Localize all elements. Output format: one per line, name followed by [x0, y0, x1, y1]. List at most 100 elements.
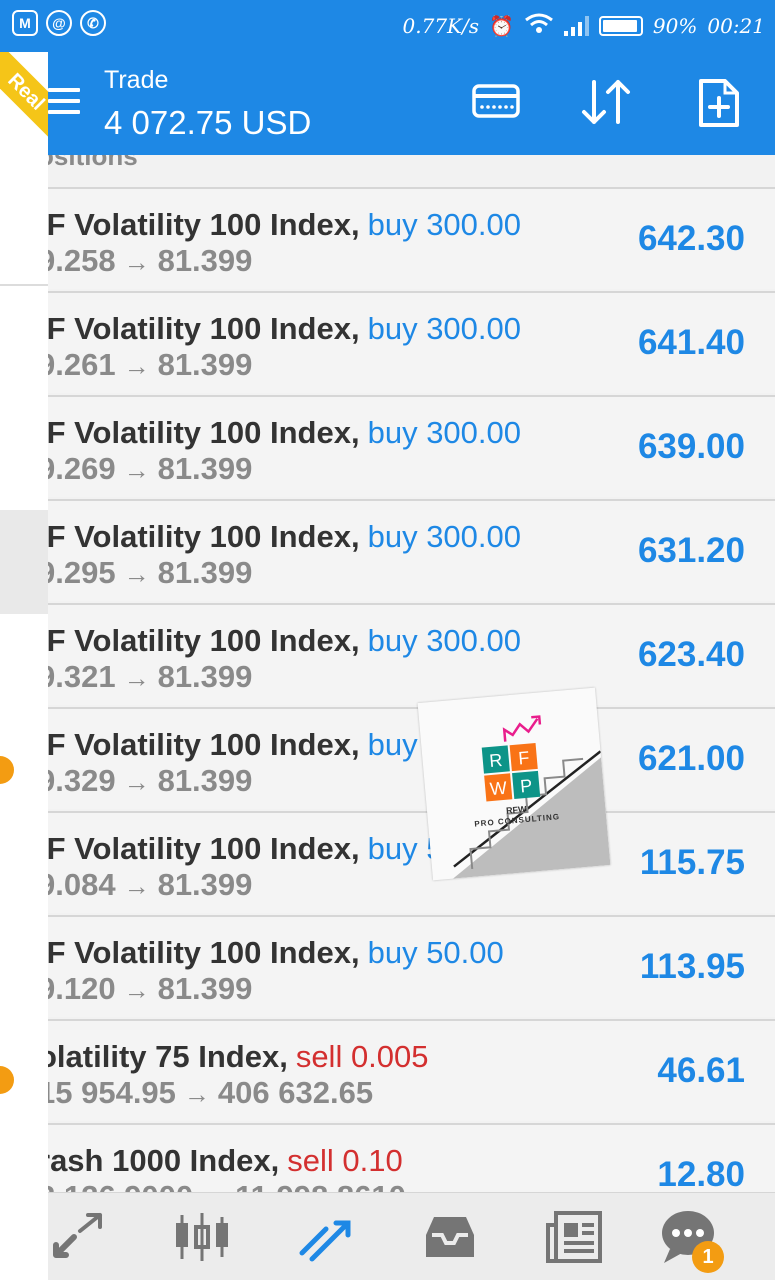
arrow-right-icon: → — [183, 1079, 210, 1109]
arrow-right-icon: → — [123, 351, 150, 381]
position-action: buy 300.00 — [367, 623, 522, 658]
chat-icon[interactable]: 1 — [660, 1209, 724, 1273]
position-symbol: lF Volatility 100 Index, — [48, 623, 360, 658]
open-price: 9.084 — [48, 867, 116, 902]
position-row[interactable]: lF Volatility 100 Index,buy 50.00 9.084→… — [48, 811, 775, 913]
notification-icons: M @ ✆ — [12, 10, 106, 36]
position-action: buy 300.00 — [367, 415, 522, 450]
wifi-icon — [524, 12, 554, 39]
position-action: buy 300.00 — [367, 519, 522, 554]
position-symbol: olatility 75 Index, — [48, 1039, 288, 1074]
open-price: 9.120 — [48, 971, 116, 1006]
position-profit: 12.80 — [657, 1155, 745, 1192]
position-symbol: lF Volatility 100 Index, — [48, 311, 360, 346]
logo-letter: F — [517, 747, 531, 769]
drawer-selected-item[interactable] — [0, 510, 48, 614]
position-action: buy 50.00 — [367, 935, 504, 970]
position-symbol: lF Volatility 100 Index, — [48, 415, 360, 450]
open-price: 9.295 — [48, 555, 116, 590]
position-profit: 631.20 — [637, 531, 745, 570]
position-symbol: lF Volatility 100 Index, — [48, 519, 360, 554]
position-row[interactable]: lF Volatility 100 Index,buy 300.00 9.261… — [48, 291, 775, 393]
current-price: 81.399 — [157, 243, 253, 278]
position-profit: 46.61 — [657, 1051, 745, 1090]
position-symbol: rash 1000 Index, — [48, 1143, 280, 1178]
current-price: 11 998.8610 — [235, 1179, 406, 1192]
gmail-icon: M — [12, 10, 38, 36]
system-indicators: 0.77K/s ⏰ 90% 00:21 — [403, 12, 765, 39]
clock: 00:21 — [707, 13, 765, 38]
drawer-notification-dot — [0, 1066, 14, 1094]
chat-unread-badge: 1 — [692, 1241, 724, 1273]
weibo-icon: @ — [46, 10, 72, 36]
position-row[interactable]: lF Volatility 100 Index,buy 300.00 9.258… — [48, 187, 775, 289]
current-price: 81.399 — [157, 555, 253, 590]
arrow-right-icon: → — [123, 663, 150, 693]
current-price: 81.399 — [157, 763, 253, 798]
signal-icon — [563, 15, 589, 36]
arrow-right-icon: → — [123, 455, 150, 485]
chart-icon[interactable] — [172, 1209, 232, 1267]
position-row[interactable]: rash 1000 Index,sell 0.10 2 126.9000 → 11 … — [48, 1123, 775, 1192]
drawer-divider — [0, 284, 48, 286]
logo-letter: P — [519, 775, 534, 797]
current-price: 81.399 — [157, 347, 253, 382]
position-profit: 115.75 — [639, 843, 745, 882]
open-price: 15 954.95 — [48, 1075, 176, 1110]
menu-icon[interactable] — [48, 88, 80, 121]
open-price: 9.329 — [48, 763, 116, 798]
battery-level: 90% — [652, 13, 698, 38]
open-price: 9.321 — [48, 659, 116, 694]
position-row[interactable]: lF Volatility 100 Index,buy 300.00 9.321… — [48, 603, 775, 705]
logo-letter: R — [488, 749, 504, 772]
trade-icon[interactable] — [296, 1209, 356, 1267]
position-row[interactable]: lF Volatility 100 Index,buy 300.00 9.295… — [48, 499, 775, 601]
account-balance: 4 072.75 USD — [104, 104, 312, 141]
position-symbol: lF Volatility 100 Index, — [48, 935, 360, 970]
watermark-logo: R F W P RFW PRO CONSULTING — [417, 687, 611, 881]
position-action: sell 0.10 — [287, 1143, 403, 1178]
logo-letter: W — [488, 777, 508, 800]
drawer-notification-dot — [0, 756, 14, 784]
deposit-card-icon[interactable] — [472, 80, 520, 127]
current-price: 81.399 — [157, 971, 253, 1006]
whatsapp-icon: ✆ — [80, 10, 106, 36]
open-price: 9.261 — [48, 347, 116, 382]
current-price: 81.399 — [157, 451, 253, 486]
position-profit: 639.00 — [637, 427, 745, 466]
app-bar: Trade 4 072.75 USD — [48, 52, 775, 155]
bottom-navigation: 1 — [48, 1192, 775, 1280]
sort-icon[interactable] — [578, 78, 634, 131]
position-action: sell 0.005 — [295, 1039, 429, 1074]
position-profit: 623.40 — [637, 635, 745, 674]
quotes-icon[interactable] — [50, 1209, 110, 1267]
history-icon[interactable] — [420, 1209, 480, 1267]
real-account-badge: Real — [0, 52, 48, 146]
arrow-right-icon: → — [123, 559, 150, 589]
status-bar: M @ ✆ 0.77K/s ⏰ 90% 00:21 — [0, 0, 775, 52]
new-order-icon[interactable] — [698, 78, 740, 133]
open-price: 9.269 — [48, 451, 116, 486]
position-row[interactable]: lF Volatility 100 Index,buy 300.00 9.269… — [48, 395, 775, 497]
open-price: 2 126.9000 — [48, 1179, 193, 1192]
current-price: 81.399 — [157, 867, 253, 902]
position-symbol: lF Volatility 100 Index, — [48, 207, 360, 242]
alarm-icon: ⏰ — [489, 13, 514, 38]
position-row[interactable]: lF Volatility 100 Index,buy 300.00 9.329… — [48, 707, 775, 809]
position-action: buy 300.00 — [367, 311, 522, 346]
position-profit: 641.40 — [637, 323, 745, 362]
position-symbol: lF Volatility 100 Index, — [48, 831, 360, 866]
arrow-right-icon: → — [123, 871, 150, 901]
real-account-corner: Real — [0, 52, 48, 152]
net-speed: 0.77K/s — [402, 13, 479, 38]
arrow-right-icon: → — [123, 247, 150, 277]
news-icon[interactable] — [544, 1209, 604, 1267]
positions-list[interactable]: ositions lF Volatility 100 Index,buy 300… — [48, 155, 775, 1192]
current-price: 406 632.65 — [217, 1075, 374, 1110]
arrow-right-icon: → — [123, 975, 150, 1005]
arrow-right-icon: → — [123, 767, 150, 797]
position-symbol: lF Volatility 100 Index, — [48, 727, 360, 762]
navigation-drawer-edge[interactable] — [0, 52, 48, 1280]
position-row[interactable]: olatility 75 Index, sell 0.005 15 954.95 →… — [48, 1019, 775, 1121]
position-row[interactable]: lF Volatility 100 Index,buy 50.00 9.120→… — [48, 915, 775, 1017]
